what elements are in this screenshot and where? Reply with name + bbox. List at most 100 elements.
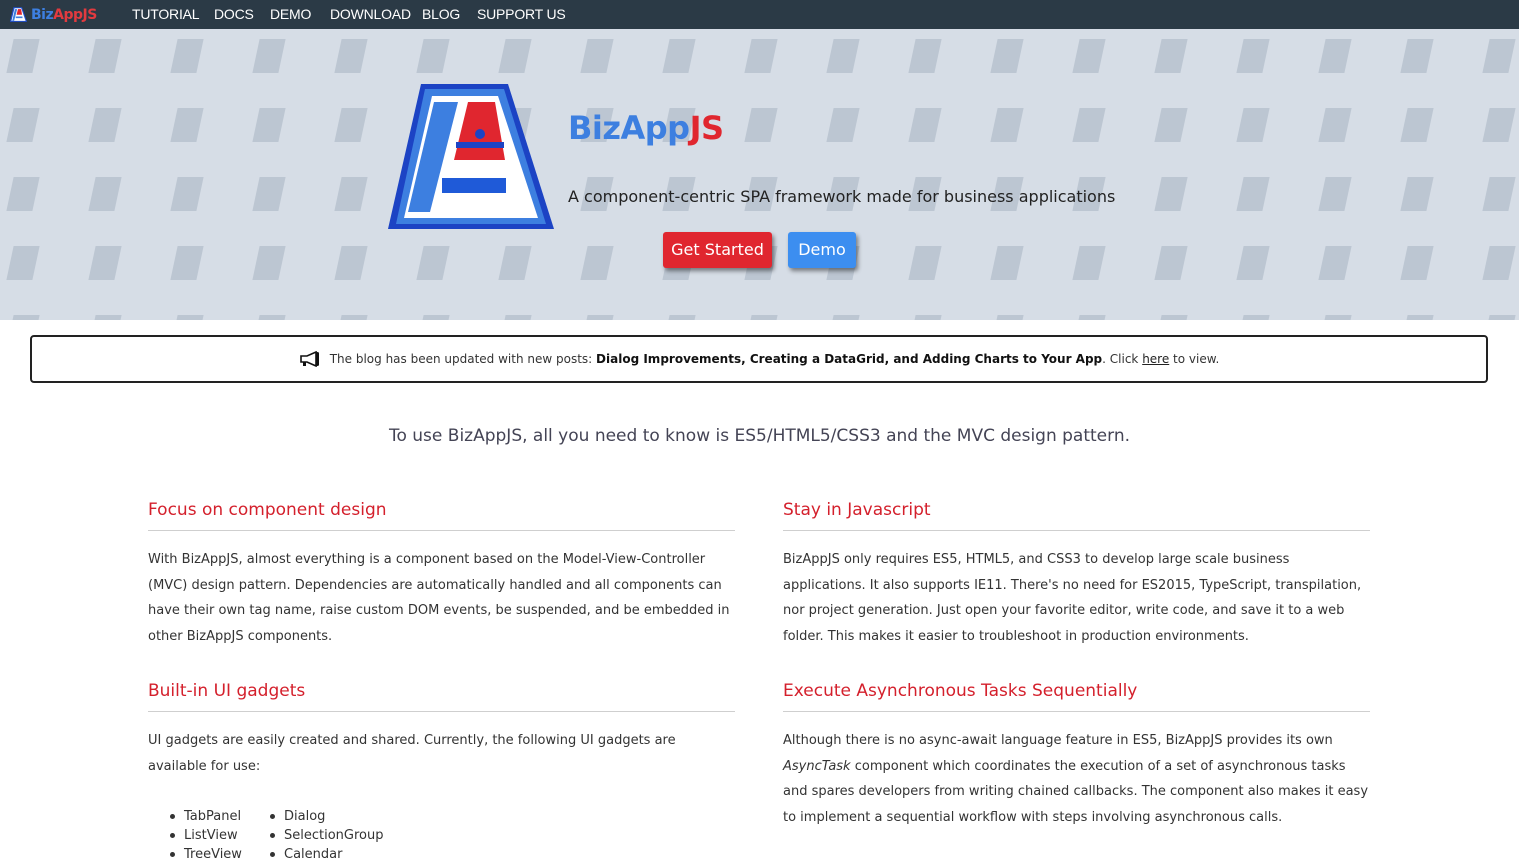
- section-body-javascript: BizAppJS only requires ES5, HTML5, and C…: [783, 552, 1362, 644]
- pattern-tile: [908, 39, 942, 73]
- pattern-tile: [88, 246, 122, 280]
- nav-tutorial[interactable]: TUTORIAL: [132, 0, 200, 29]
- pattern-tile: [1482, 39, 1516, 73]
- pattern-tile: [334, 108, 368, 142]
- nav-support-us[interactable]: SUPPORT US: [477, 0, 566, 29]
- pattern-tile: [826, 108, 860, 142]
- pattern-tile: [1400, 177, 1434, 211]
- pattern-tile: [1154, 39, 1188, 73]
- intro-text: To use BizAppJS, all you need to know is…: [388, 426, 1131, 446]
- pattern-tile: [1318, 108, 1352, 142]
- pattern-tile: [6, 246, 40, 280]
- section-divider: [148, 711, 735, 712]
- pattern-tile: [908, 108, 942, 142]
- demo-button[interactable]: Demo: [788, 232, 856, 268]
- megaphone-icon: [299, 351, 319, 367]
- pattern-tile: [252, 108, 286, 142]
- section-title-javascript: Stay in Javascript: [783, 500, 931, 520]
- bizappjs-logo-large: [388, 84, 554, 229]
- pattern-tile: [1482, 108, 1516, 142]
- pattern-tile: [744, 315, 778, 320]
- pattern-tile: [252, 246, 286, 280]
- pattern-tile: [1154, 315, 1188, 320]
- pattern-tile: [1318, 39, 1352, 73]
- section-body-async: Although there is no async-await languag…: [783, 733, 1369, 825]
- hero-title: BizAppJS: [568, 109, 724, 147]
- list-item: SelectionGroup: [270, 826, 384, 845]
- hero-subtitle: A component-centric SPA framework made f…: [568, 187, 1116, 206]
- notice-text-end: to view.: [1169, 352, 1220, 366]
- pattern-tile: [1482, 315, 1516, 320]
- pattern-tile: [6, 108, 40, 142]
- gadget-list-col2: Dialog SelectionGroup Calendar: [270, 807, 384, 864]
- notice-text: The blog has been updated with new posts…: [329, 352, 597, 366]
- pattern-tile: [170, 246, 204, 280]
- notice-text-mid: . Click: [1102, 352, 1143, 366]
- pattern-tile: [252, 177, 286, 211]
- section-title-async: Execute Asynchronous Tasks Sequentially: [783, 681, 1138, 701]
- bizappjs-logo-icon: [10, 7, 27, 22]
- pattern-tile: [990, 108, 1024, 142]
- notice-here-link[interactable]: here: [1142, 352, 1169, 366]
- pattern-tile: [1236, 315, 1270, 320]
- pattern-tile: [1400, 39, 1434, 73]
- pattern-tile: [88, 315, 122, 320]
- list-item: Dialog: [270, 807, 384, 826]
- pattern-tile: [1482, 246, 1516, 280]
- pattern-tile: [170, 315, 204, 320]
- nav-docs[interactable]: DOCS: [214, 0, 254, 29]
- section-divider: [783, 530, 1370, 531]
- notice-post-titles: Dialog Improvements, Creating a DataGrid…: [596, 352, 1103, 366]
- pattern-tile: [498, 246, 532, 280]
- pattern-tile: [1400, 315, 1434, 320]
- nav-download[interactable]: DOWNLOAD: [330, 0, 411, 29]
- pattern-tile: [1400, 246, 1434, 280]
- pattern-tile: [662, 39, 696, 73]
- section-title-gadgets: Built-in UI gadgets: [148, 681, 306, 701]
- brand-link[interactable]: BizAppJS: [10, 4, 97, 25]
- pattern-tile: [1072, 39, 1106, 73]
- pattern-tile: [6, 315, 40, 320]
- pattern-tile: [580, 315, 614, 320]
- pattern-tile: [990, 315, 1024, 320]
- pattern-tile: [1154, 246, 1188, 280]
- pattern-tile: [416, 315, 450, 320]
- pattern-tile: [580, 246, 614, 280]
- get-started-button[interactable]: Get Started: [663, 232, 772, 268]
- gadget-list-col1: TabPanel ListView TreeView: [170, 807, 242, 864]
- pattern-tile: [826, 39, 860, 73]
- pattern-tile: [88, 177, 122, 211]
- pattern-tile: [1318, 246, 1352, 280]
- section-body-gadgets: UI gadgets are easily created and shared…: [148, 733, 676, 774]
- pattern-tile: [170, 177, 204, 211]
- hero-banner: BizAppJS A component-centric SPA framewo…: [0, 29, 1519, 320]
- pattern-tile: [990, 246, 1024, 280]
- pattern-tile: [334, 177, 368, 211]
- pattern-tile: [1482, 177, 1516, 211]
- nav-blog[interactable]: BLOG: [422, 0, 460, 29]
- pattern-tile: [1154, 177, 1188, 211]
- pattern-tile: [1072, 246, 1106, 280]
- pattern-tile: [6, 177, 40, 211]
- pattern-tile: [1072, 108, 1106, 142]
- pattern-tile: [252, 315, 286, 320]
- pattern-tile: [908, 315, 942, 320]
- pattern-tile: [1318, 177, 1352, 211]
- pattern-tile: [6, 39, 40, 73]
- pattern-tile: [744, 39, 778, 73]
- section-divider: [783, 711, 1370, 712]
- pattern-tile: [416, 39, 450, 73]
- nav-demo[interactable]: DEMO: [270, 0, 311, 29]
- blog-update-notice: The blog has been updated with new posts…: [30, 335, 1488, 383]
- list-item: TabPanel: [170, 807, 242, 826]
- pattern-tile: [1236, 108, 1270, 142]
- list-item: ListView: [170, 826, 242, 845]
- pattern-tile: [252, 39, 286, 73]
- pattern-tile: [498, 315, 532, 320]
- pattern-tile: [744, 108, 778, 142]
- pattern-tile: [334, 315, 368, 320]
- asynctask-term: AsyncTask: [783, 758, 851, 774]
- pattern-tile: [580, 39, 614, 73]
- pattern-tile: [1072, 315, 1106, 320]
- pattern-tile: [662, 315, 696, 320]
